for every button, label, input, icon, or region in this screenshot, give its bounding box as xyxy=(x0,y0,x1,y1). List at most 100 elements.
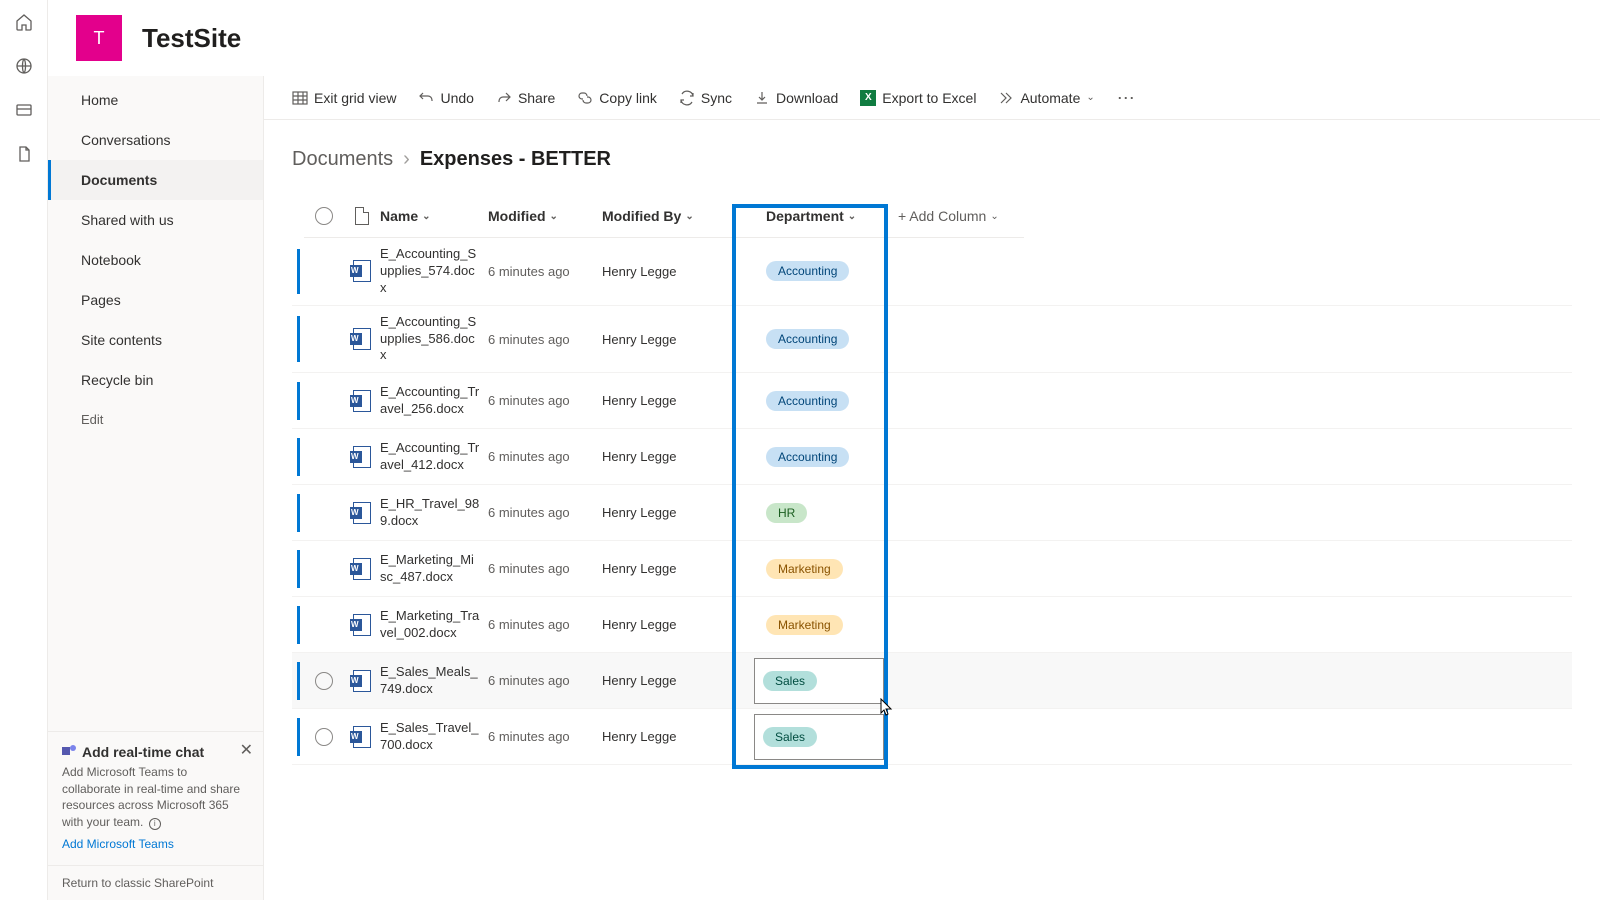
file-type-icon xyxy=(344,670,380,692)
undo-button[interactable]: Undo xyxy=(418,90,473,106)
department-cell[interactable]: Marketing xyxy=(744,559,888,579)
modified-value: 6 minutes ago xyxy=(488,449,596,464)
department-pill: Accounting xyxy=(766,329,849,349)
department-column-header[interactable]: Department⌄ xyxy=(744,208,888,224)
table-row[interactable]: E_Accounting_Travel_256.docx6 minutes ag… xyxy=(292,373,1572,429)
share-button[interactable]: Share xyxy=(496,90,555,106)
sidebar-item-documents[interactable]: Documents xyxy=(48,160,263,200)
modified-by-value: Henry Legge xyxy=(596,561,744,576)
table-row[interactable]: E_Marketing_Misc_487.docx6 minutes agoHe… xyxy=(292,541,1572,597)
file-name[interactable]: E_HR_Travel_989.docx xyxy=(380,488,488,538)
add-column-button[interactable]: + Add Column⌄ xyxy=(888,208,1018,224)
teams-icon xyxy=(62,745,76,759)
department-edit-box[interactable]: Sales xyxy=(754,658,884,704)
file-name[interactable]: E_Accounting_Supplies_574.docx xyxy=(380,238,488,305)
modified-by-value: Henry Legge xyxy=(596,393,744,408)
document-icon xyxy=(355,207,369,225)
site-logo[interactable]: T xyxy=(76,15,122,61)
chevron-down-icon: ⌄ xyxy=(422,211,430,222)
department-cell[interactable]: HR xyxy=(744,503,888,523)
main-content: Documents › Expenses - BETTER Name⌄ Modi… xyxy=(264,120,1600,900)
table-row[interactable]: E_Sales_Travel_700.docx6 minutes agoHenr… xyxy=(292,709,1572,765)
chevron-right-icon: › xyxy=(403,148,410,171)
table-row[interactable]: E_HR_Travel_989.docx6 minutes agoHenry L… xyxy=(292,485,1572,541)
department-pill: Sales xyxy=(763,671,817,691)
department-cell[interactable]: Accounting xyxy=(744,261,888,281)
export-excel-button[interactable]: X Export to Excel xyxy=(860,90,976,106)
sidebar-item-conversations[interactable]: Conversations xyxy=(48,120,263,160)
sidebar-item-recycle-bin[interactable]: Recycle bin xyxy=(48,360,263,400)
command-bar: Exit grid view Undo Share Copy link Sync… xyxy=(264,76,1600,120)
department-pill: HR xyxy=(766,503,807,523)
info-icon[interactable]: i xyxy=(149,818,161,830)
department-edit-box[interactable]: Sales xyxy=(754,714,884,760)
sidebar-item-shared-with-us[interactable]: Shared with us xyxy=(48,200,263,240)
department-cell[interactable]: Sales xyxy=(744,714,888,760)
file-icon[interactable] xyxy=(14,144,34,164)
modified-by-value: Henry Legge xyxy=(596,617,744,632)
close-icon[interactable]: ✕ xyxy=(240,740,253,760)
row-select[interactable] xyxy=(304,672,344,690)
chevron-down-icon: ⌄ xyxy=(685,211,693,222)
app-rail xyxy=(0,0,48,900)
sidebar-item-home[interactable]: Home xyxy=(48,80,263,120)
table-row[interactable]: E_Accounting_Travel_412.docx6 minutes ag… xyxy=(292,429,1572,485)
department-pill: Sales xyxy=(763,727,817,747)
select-all[interactable] xyxy=(304,207,344,225)
file-type-icon xyxy=(344,446,380,468)
automate-button[interactable]: Automate ⌄ xyxy=(998,90,1094,106)
table-header: Name⌄ Modified⌄ Modified By⌄ Department⌄… xyxy=(292,195,1572,237)
file-name[interactable]: E_Sales_Meals_749.docx xyxy=(380,656,488,706)
copy-link-button[interactable]: Copy link xyxy=(577,90,657,106)
file-type-icon xyxy=(344,502,380,524)
modified-column-header[interactable]: Modified⌄ xyxy=(488,208,596,224)
table-row[interactable]: E_Marketing_Travel_002.docx6 minutes ago… xyxy=(292,597,1572,653)
chevron-down-icon: ⌄ xyxy=(550,211,558,222)
department-cell[interactable]: Accounting xyxy=(744,447,888,467)
modified-by-value: Henry Legge xyxy=(596,449,744,464)
modified-value: 6 minutes ago xyxy=(488,332,596,347)
file-name[interactable]: E_Accounting_Supplies_586.docx xyxy=(380,306,488,373)
sidebar-item-site-contents[interactable]: Site contents xyxy=(48,320,263,360)
file-name[interactable]: E_Accounting_Travel_412.docx xyxy=(380,432,488,482)
modified-by-value: Henry Legge xyxy=(596,332,744,347)
document-table: Name⌄ Modified⌄ Modified By⌄ Department⌄… xyxy=(292,195,1572,765)
department-cell[interactable]: Sales xyxy=(744,658,888,704)
side-nav: HomeConversationsDocumentsShared with us… xyxy=(48,76,264,900)
sidebar-item-notebook[interactable]: Notebook xyxy=(48,240,263,280)
card-icon[interactable] xyxy=(14,100,34,120)
file-name[interactable]: E_Marketing_Travel_002.docx xyxy=(380,600,488,650)
department-cell[interactable]: Accounting xyxy=(744,329,888,349)
file-name[interactable]: E_Sales_Travel_700.docx xyxy=(380,712,488,762)
table-row[interactable]: E_Accounting_Supplies_574.docx6 minutes … xyxy=(292,238,1572,306)
file-type-icon xyxy=(344,726,380,748)
file-name[interactable]: E_Accounting_Travel_256.docx xyxy=(380,376,488,426)
download-button[interactable]: Download xyxy=(754,90,838,106)
globe-icon[interactable] xyxy=(14,56,34,76)
department-cell[interactable]: Accounting xyxy=(744,391,888,411)
breadcrumb-root[interactable]: Documents xyxy=(292,148,393,171)
sync-button[interactable]: Sync xyxy=(679,90,732,106)
sidebar-edit[interactable]: Edit xyxy=(48,400,263,439)
home-icon[interactable] xyxy=(14,12,34,32)
promo-link[interactable]: Add Microsoft Teams xyxy=(62,837,174,851)
type-column-header[interactable] xyxy=(344,207,380,225)
modified-by-column-header[interactable]: Modified By⌄ xyxy=(596,208,744,224)
table-row[interactable]: E_Accounting_Supplies_586.docx6 minutes … xyxy=(292,306,1572,374)
return-classic-link[interactable]: Return to classic SharePoint xyxy=(48,865,263,900)
name-column-header[interactable]: Name⌄ xyxy=(380,208,488,224)
table-row[interactable]: E_Sales_Meals_749.docx6 minutes agoHenry… xyxy=(292,653,1572,709)
exit-grid-button[interactable]: Exit grid view xyxy=(292,90,396,106)
more-button[interactable]: ⋯ xyxy=(1117,89,1137,107)
file-type-icon xyxy=(344,614,380,636)
modified-value: 6 minutes ago xyxy=(488,729,596,744)
promo-title: Add real-time chat xyxy=(62,744,249,760)
modified-value: 6 minutes ago xyxy=(488,264,596,279)
row-select[interactable] xyxy=(304,728,344,746)
sidebar-item-pages[interactable]: Pages xyxy=(48,280,263,320)
teams-promo: ✕ Add real-time chat Add Microsoft Teams… xyxy=(48,731,263,865)
department-pill: Accounting xyxy=(766,447,849,467)
department-cell[interactable]: Marketing xyxy=(744,615,888,635)
file-name[interactable]: E_Marketing_Misc_487.docx xyxy=(380,544,488,594)
department-pill: Accounting xyxy=(766,391,849,411)
